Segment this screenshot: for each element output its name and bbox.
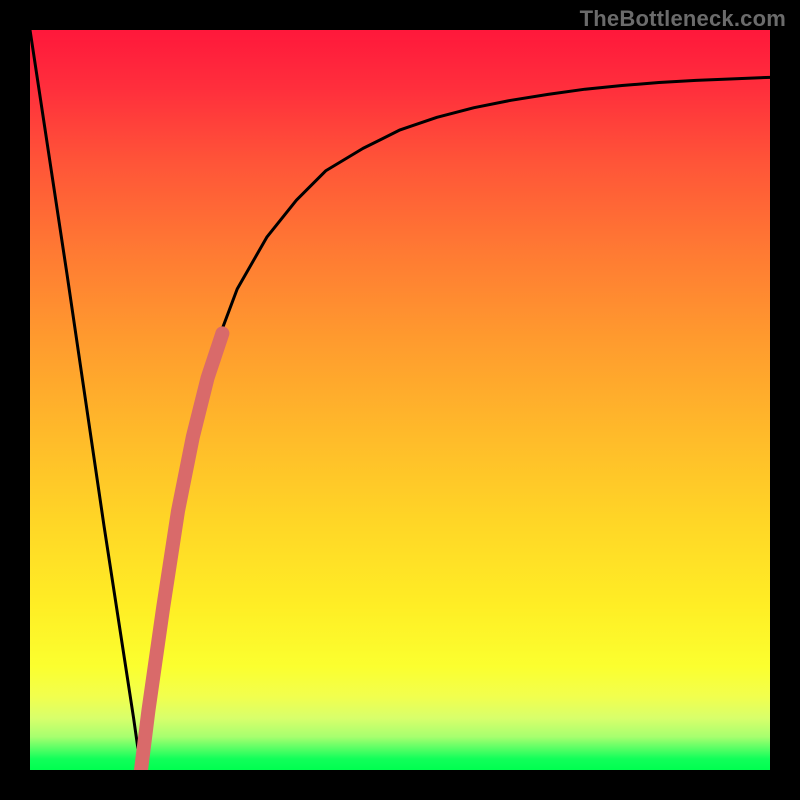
bottleneck-curve	[30, 30, 770, 770]
accent-segment	[141, 333, 222, 770]
plot-area	[30, 30, 770, 770]
curve-layer	[30, 30, 770, 770]
watermark-text: TheBottleneck.com	[580, 6, 786, 32]
outer-frame: TheBottleneck.com	[0, 0, 800, 800]
